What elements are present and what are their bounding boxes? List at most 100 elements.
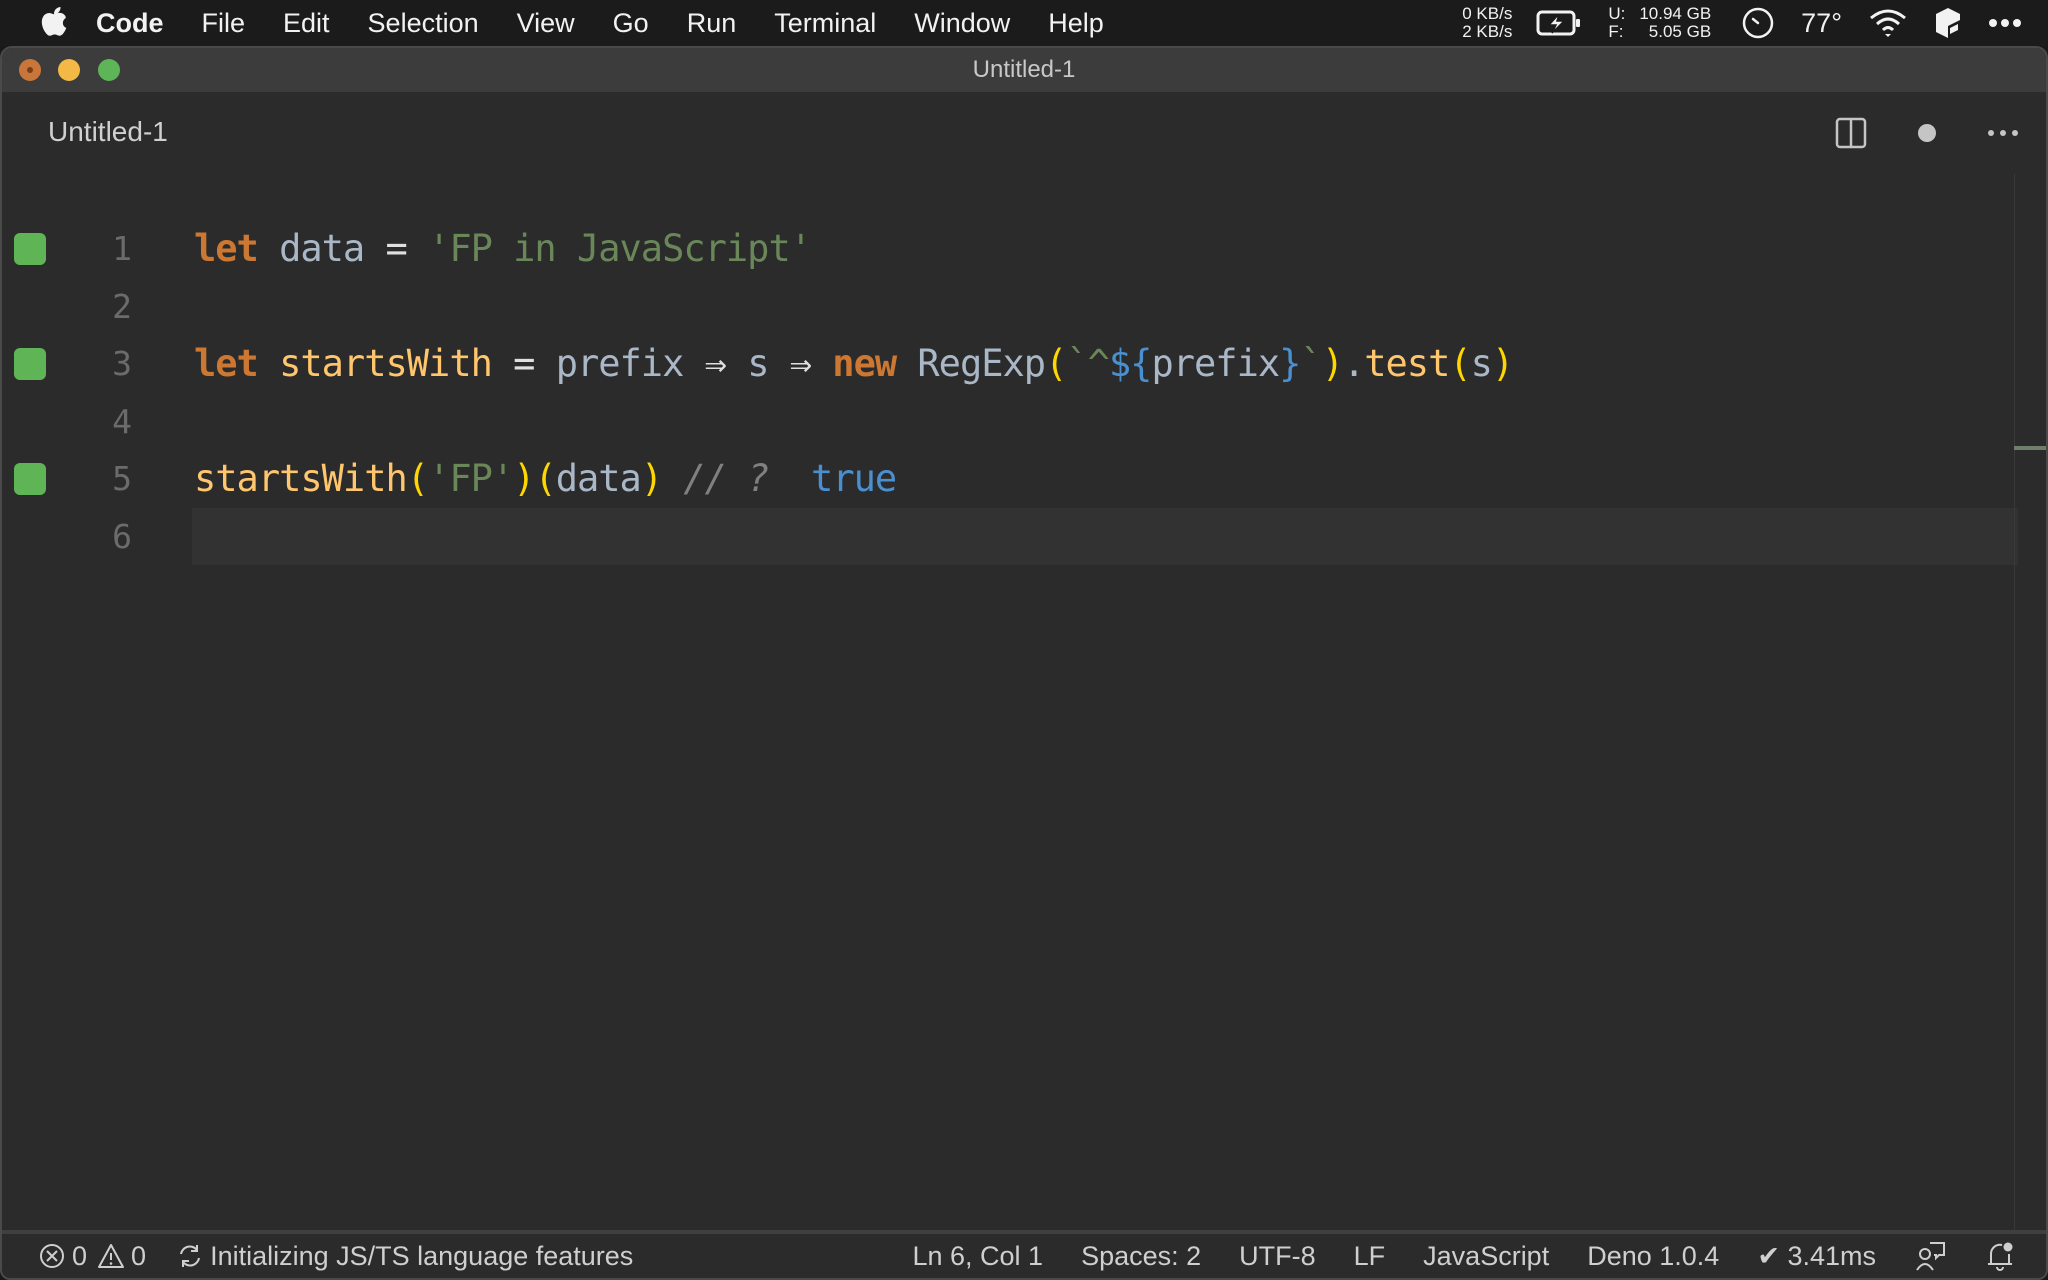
disk-used-label: U: [1608,4,1626,23]
menu-file[interactable]: File [202,8,246,39]
editor-tab-untitled[interactable]: Untitled-1 [48,116,168,148]
language-mode[interactable]: JavaScript [1423,1241,1549,1272]
menu-go[interactable]: Go [613,8,649,39]
coverage-marker-icon[interactable] [14,347,46,380]
warning-count: 0 [131,1240,147,1271]
menu-terminal[interactable]: Terminal [774,8,876,39]
disk-used-value: 10.94 GB [1639,4,1712,23]
code-editor[interactable]: 1 let data = 'FP in JavaScript' 2 3 let star… [2,174,2018,1270]
code-token: let [194,342,259,385]
code-token: ` [1300,342,1322,385]
code-token: // ? [662,457,812,500]
split-editor-icon[interactable] [1834,116,1868,150]
line-code: startsWith('FP')(data) // ? true [194,457,897,500]
warning-icon [97,1242,125,1270]
unsaved-dot-icon[interactable] [1910,116,1944,150]
wifi-icon[interactable] [1868,8,1908,38]
network-monitor[interactable]: 0 KB/s 2 KB/s [1462,5,1512,41]
code-token: test [1364,342,1450,385]
code-line[interactable]: 3 let startsWith = prefix ⇒ s ⇒ new RegEx… [2,335,2018,392]
disk-usage[interactable]: U: F: 10.94 GB 5.05 GB [1608,5,1711,41]
cursor-position[interactable]: Ln 6, Col 1 [912,1241,1043,1272]
disk-free-label: F: [1608,22,1624,41]
code-token: new [832,342,897,385]
code-line[interactable]: 6 [2,507,2018,565]
window-title: Untitled-1 [972,56,1076,83]
code-token: s [747,342,769,385]
code-token: data [279,227,365,270]
line-number: 6 [112,516,132,556]
more-icon[interactable] [1988,18,2022,28]
code-token: ( [1045,342,1067,385]
code-token: . [1342,342,1365,385]
network-upload: 0 KB/s [1462,4,1513,23]
line-number: 3 [112,344,132,383]
editor-actions [1792,116,2020,150]
error-icon [38,1242,66,1270]
code-token: ( [1449,342,1471,385]
code-token: } [1279,342,1301,385]
current-line-highlight [192,507,2018,565]
code-token: startsWith [279,342,493,385]
code-token: ( [406,457,429,500]
code-token: ) [1321,342,1344,385]
line-code: let data = 'FP in JavaScript' [194,227,812,270]
code-token: true [811,457,897,500]
deno-version[interactable]: Deno 1.0.4 [1587,1241,1719,1272]
menu-help[interactable]: Help [1048,8,1104,39]
app-status-icon[interactable] [1934,6,1962,40]
code-token: s [1470,342,1493,385]
overview-ruler[interactable] [2014,174,2046,1270]
code-token: let [194,227,259,270]
code-token: ) [513,457,535,500]
status-bar: 0 0 Initializing JS/TS language features… [2,1230,2046,1278]
indentation[interactable]: Spaces: 2 [1081,1241,1201,1272]
line-number: 2 [112,286,132,326]
code-token: ⇒ [768,342,833,385]
coverage-marker-icon[interactable] [14,232,46,265]
menu-edit[interactable]: Edit [283,8,330,39]
editor-tab-bar: Untitled-1 [2,92,2046,174]
code-token: RegExp [917,342,1046,385]
code-line[interactable]: 2 [2,278,2018,335]
apple-icon[interactable] [40,6,70,40]
code-token: startsWith [194,457,408,500]
overview-ruler-cursor-mark [2014,446,2046,450]
status-message: Initializing JS/TS language features [210,1240,634,1271]
code-token: data [555,457,642,500]
menu-run[interactable]: Run [687,8,737,39]
more-actions-icon[interactable] [1986,116,2020,150]
title-bar[interactable]: Untitled-1 [2,48,2046,92]
end-of-line[interactable]: LF [1354,1241,1386,1272]
code-token: ${ [1108,342,1153,385]
clock-icon[interactable] [1741,6,1775,40]
code-token: prefix [555,342,685,385]
code-line[interactable]: 4 [2,393,2018,450]
feedback-icon[interactable] [1914,1240,1946,1272]
menu-window[interactable]: Window [914,8,1010,39]
notifications-bell-icon[interactable] [1984,1240,2016,1272]
disk-free-value: 5.05 GB [1648,22,1712,41]
encoding[interactable]: UTF-8 [1239,1241,1316,1272]
quokka-timing[interactable]: ✔ 3.41ms [1757,1241,1876,1272]
coverage-marker-icon[interactable] [14,462,46,495]
temperature-readout[interactable]: 77° [1801,8,1842,39]
vscode-window: Untitled-1 Untitled-1 1 let data = 'FP in… [0,46,2048,1280]
macos-menu-bar: Code File Edit Selection View Go Run Ter… [0,0,2048,46]
network-download: 2 KB/s [1462,22,1513,41]
problems-indicator[interactable]: 0 0 [38,1241,146,1272]
language-status[interactable]: Initializing JS/TS language features [176,1241,633,1272]
code-token: = [364,227,429,270]
code-token: `^ [1066,342,1110,385]
menu-selection[interactable]: Selection [368,8,479,39]
sync-icon [176,1242,204,1270]
battery-charging-icon[interactable] [1536,10,1582,36]
menu-view[interactable]: View [517,8,575,39]
code-token: prefix [1151,342,1280,385]
code-line[interactable]: 5 startsWith('FP')(data) // ? true [2,450,2018,507]
menu-app-code[interactable]: Code [96,8,164,39]
code-line[interactable]: 1 let data = 'FP in JavaScript' [2,220,2018,277]
